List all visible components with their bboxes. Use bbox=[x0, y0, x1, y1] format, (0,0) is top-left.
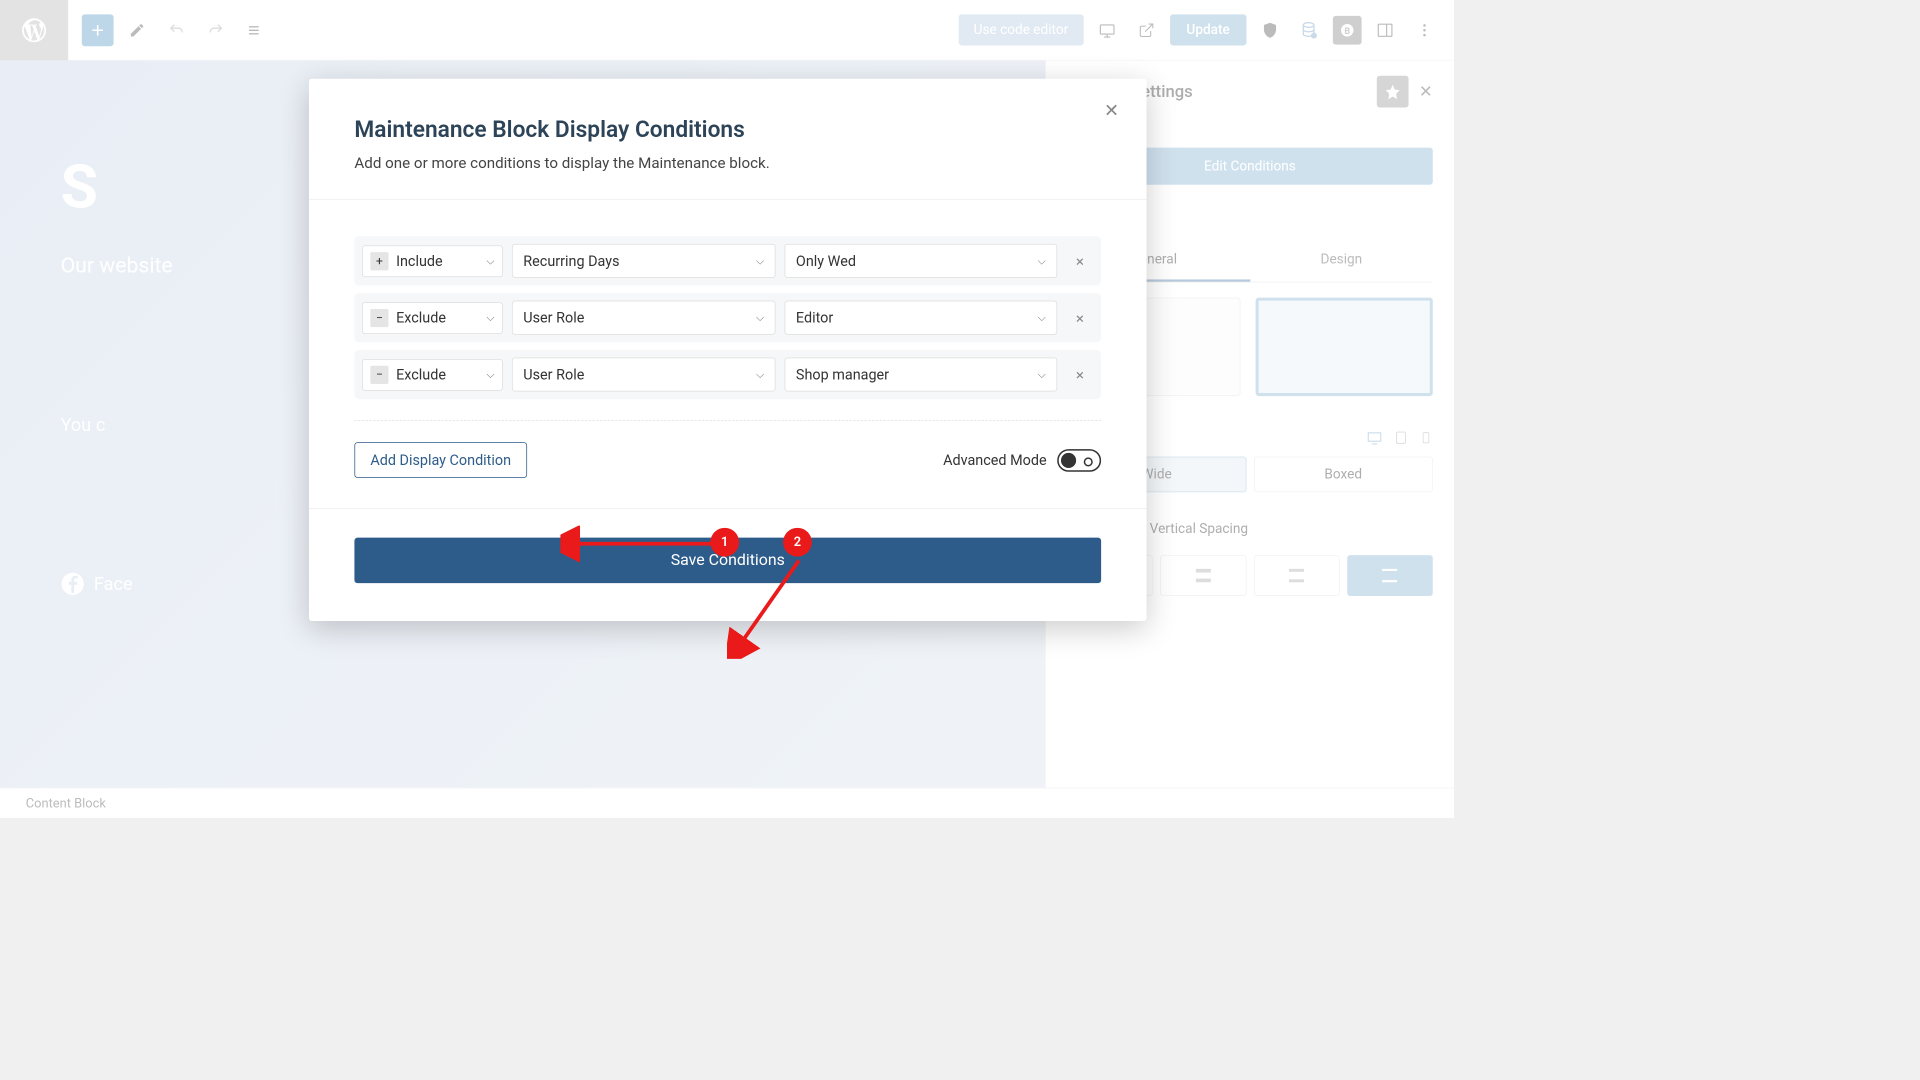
breadcrumb: Content Block bbox=[0, 788, 1454, 818]
remove-condition-button[interactable]: × bbox=[1066, 309, 1093, 327]
modal-subtitle: Add one or more conditions to display th… bbox=[354, 154, 1101, 172]
list-view-button[interactable] bbox=[239, 14, 271, 46]
external-link-icon bbox=[1138, 22, 1155, 39]
condition-value-select[interactable]: Shop manager⌵ bbox=[785, 357, 1058, 391]
dashed-divider bbox=[354, 420, 1101, 421]
favorite-button[interactable] bbox=[1376, 76, 1408, 108]
panel-icon bbox=[1376, 21, 1394, 39]
spacing-opt-4[interactable] bbox=[1347, 555, 1433, 596]
minus-icon: − bbox=[370, 309, 388, 327]
modal-title: Maintenance Block Display Conditions bbox=[354, 117, 1101, 144]
spacing-icon bbox=[1382, 569, 1397, 583]
add-condition-row: Add Display Condition Advanced Mode bbox=[354, 442, 1101, 478]
tablet-icon[interactable] bbox=[1393, 429, 1408, 446]
modal-footer: Save Conditions bbox=[309, 508, 1147, 621]
brand-icon: B bbox=[1339, 22, 1356, 39]
advanced-mode-toggle[interactable] bbox=[1057, 449, 1101, 472]
redo-icon bbox=[208, 22, 225, 39]
save-conditions-button[interactable]: Save Conditions bbox=[354, 538, 1101, 583]
database-button[interactable] bbox=[1293, 14, 1325, 46]
condition-type-select[interactable]: User Role⌵ bbox=[512, 357, 776, 391]
chevron-down-icon: ⌵ bbox=[756, 312, 764, 324]
include-exclude-select[interactable]: − Exclude ⌵ bbox=[362, 302, 503, 334]
wordpress-icon bbox=[20, 16, 49, 45]
chevron-down-icon: ⌵ bbox=[486, 255, 494, 267]
toolbar-left bbox=[82, 14, 271, 46]
modal-header: Maintenance Block Display Conditions Add… bbox=[309, 79, 1147, 199]
chevron-down-icon: ⌵ bbox=[486, 368, 494, 380]
condition-value-select[interactable]: Editor⌵ bbox=[785, 301, 1058, 335]
chevron-down-icon: ⌵ bbox=[756, 368, 764, 380]
condition-value-select[interactable]: Only Wed⌵ bbox=[785, 244, 1058, 278]
redo-button[interactable] bbox=[200, 14, 232, 46]
include-exclude-select[interactable]: − Exclude ⌵ bbox=[362, 359, 503, 391]
condition-type-select[interactable]: Recurring Days⌵ bbox=[512, 244, 776, 278]
desktop-preview-button[interactable] bbox=[1091, 14, 1123, 46]
advanced-mode-group: Advanced Mode bbox=[943, 449, 1101, 472]
chevron-down-icon: ⌵ bbox=[1038, 368, 1046, 380]
chevron-down-icon: ⌵ bbox=[756, 255, 764, 267]
sidebar-toggle-button[interactable] bbox=[1369, 14, 1401, 46]
code-editor-button[interactable]: Use code editor bbox=[958, 14, 1083, 45]
list-icon bbox=[247, 22, 264, 39]
display-conditions-modal: Maintenance Block Display Conditions Add… bbox=[309, 79, 1147, 621]
modal-body: + Include ⌵ Recurring Days⌵ Only Wed⌵ × … bbox=[309, 200, 1147, 486]
spacing-icon bbox=[1196, 569, 1211, 583]
modal-close-button[interactable]: ✕ bbox=[1104, 100, 1119, 121]
update-button[interactable]: Update bbox=[1170, 14, 1247, 45]
spacing-opt-2[interactable] bbox=[1160, 555, 1246, 596]
undo-icon bbox=[168, 22, 185, 39]
tab-design[interactable]: Design bbox=[1250, 239, 1433, 281]
mobile-icon[interactable] bbox=[1419, 429, 1433, 446]
chevron-down-icon: ⌵ bbox=[1038, 255, 1046, 267]
database-icon bbox=[1300, 21, 1318, 39]
desktop-icon bbox=[1098, 21, 1116, 39]
include-exclude-select[interactable]: + Include ⌵ bbox=[362, 245, 503, 277]
condition-row: − Exclude ⌵ User Role⌵ Shop manager⌵ × bbox=[354, 350, 1101, 399]
condition-row: − Exclude ⌵ User Role⌵ Editor⌵ × bbox=[354, 293, 1101, 342]
shield-button[interactable] bbox=[1254, 14, 1286, 46]
spacing-opt-3[interactable] bbox=[1254, 555, 1340, 596]
spacing-icon bbox=[1289, 569, 1304, 583]
star-icon bbox=[1384, 83, 1401, 100]
plus-icon: + bbox=[370, 252, 388, 270]
mode-label: Exclude bbox=[396, 309, 479, 326]
facebook-icon bbox=[61, 572, 85, 596]
b-icon-button[interactable]: B bbox=[1333, 16, 1362, 45]
shield-icon bbox=[1261, 21, 1279, 39]
open-link-button[interactable] bbox=[1130, 14, 1162, 46]
advanced-mode-label: Advanced Mode bbox=[943, 451, 1047, 468]
sidebar-close-button[interactable]: ✕ bbox=[1419, 82, 1433, 101]
minus-icon: − bbox=[370, 365, 388, 383]
remove-condition-button[interactable]: × bbox=[1066, 252, 1093, 270]
toolbar-right: Use code editor Update B bbox=[958, 14, 1454, 46]
undo-button[interactable] bbox=[161, 14, 193, 46]
mode-label: Include bbox=[396, 252, 479, 269]
dots-icon bbox=[1416, 22, 1433, 39]
wp-logo[interactable] bbox=[0, 0, 68, 60]
chevron-down-icon: ⌵ bbox=[486, 312, 494, 324]
more-button[interactable] bbox=[1409, 14, 1441, 46]
device-icons bbox=[1366, 429, 1433, 446]
edit-button[interactable] bbox=[121, 14, 153, 46]
remove-condition-button[interactable]: × bbox=[1066, 365, 1093, 383]
pencil-icon bbox=[129, 22, 146, 39]
desktop-icon[interactable] bbox=[1366, 429, 1383, 446]
add-display-condition-button[interactable]: Add Display Condition bbox=[354, 442, 527, 478]
condition-row: + Include ⌵ Recurring Days⌵ Only Wed⌵ × bbox=[354, 236, 1101, 285]
top-toolbar: Use code editor Update B bbox=[0, 0, 1454, 61]
condition-type-select[interactable]: User Role⌵ bbox=[512, 301, 776, 335]
layout-card-2[interactable] bbox=[1255, 298, 1433, 396]
plus-icon bbox=[89, 21, 107, 39]
add-block-button[interactable] bbox=[82, 14, 114, 46]
pill-boxed[interactable]: Boxed bbox=[1254, 457, 1433, 493]
chevron-down-icon: ⌵ bbox=[1038, 312, 1046, 324]
mode-label: Exclude bbox=[396, 366, 479, 383]
svg-text:B: B bbox=[1344, 26, 1350, 36]
